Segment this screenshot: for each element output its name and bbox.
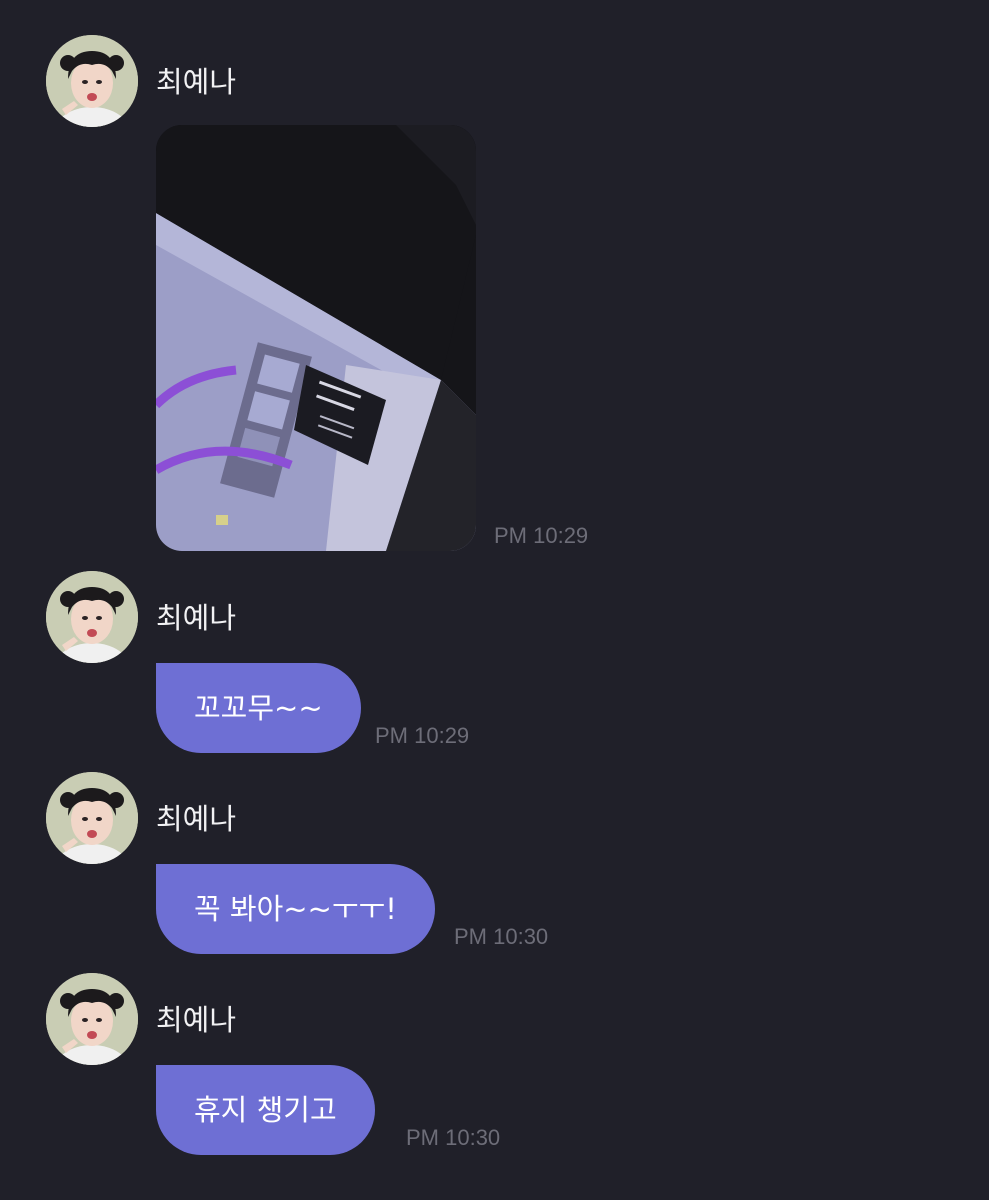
shared-photo-icon: [156, 125, 476, 551]
message-time: PM 10:29: [494, 523, 589, 548]
avatar[interactable]: [46, 571, 138, 663]
message-bubble[interactable]: 꼭 봐아~~ㅜㅜ!: [156, 864, 435, 954]
sender-name: 최예나: [156, 65, 237, 99]
chat-view: 최예나 PM 10:29 최예나 꼬꼬무~~ PM 10:29 최예나 꼭 봐아…: [0, 0, 989, 1200]
message-bubble[interactable]: 휴지 챙기고: [156, 1065, 375, 1155]
avatar-image-icon: [46, 772, 138, 864]
sender-name: 최예나: [156, 601, 237, 635]
avatar[interactable]: [46, 772, 138, 864]
avatar[interactable]: [46, 35, 138, 127]
sender-name: 최예나: [156, 1003, 237, 1037]
avatar-image-icon: [46, 35, 138, 127]
message-time: PM 10:30: [454, 924, 549, 949]
shared-photo[interactable]: [156, 125, 476, 551]
avatar[interactable]: [46, 973, 138, 1065]
message-time: PM 10:29: [375, 723, 470, 748]
message-time: PM 10:30: [406, 1125, 501, 1150]
avatar-image-icon: [46, 973, 138, 1065]
sender-name: 최예나: [156, 802, 237, 836]
message-bubble[interactable]: 꼬꼬무~~: [156, 663, 361, 753]
avatar-image-icon: [46, 571, 138, 663]
